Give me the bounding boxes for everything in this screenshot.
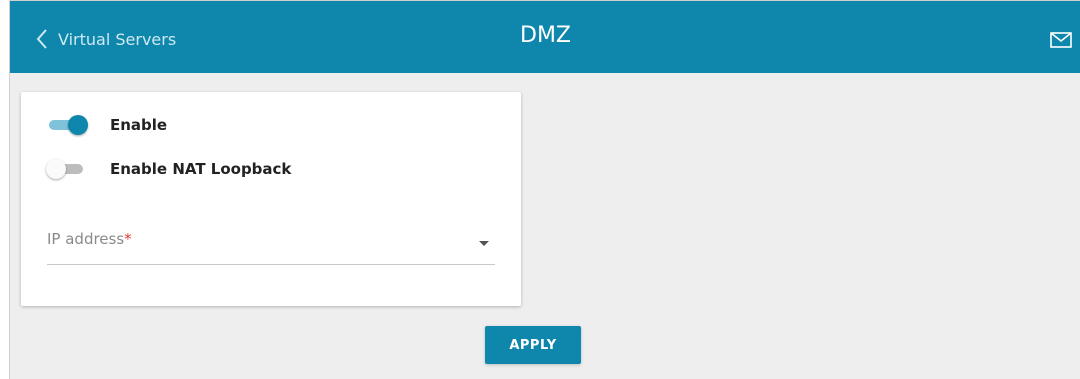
required-marker: * bbox=[124, 230, 132, 248]
enable-row: Enable bbox=[46, 113, 167, 137]
enable-label: Enable bbox=[110, 116, 168, 134]
page-title: DMZ bbox=[520, 23, 571, 48]
header-bar: Virtual Servers DMZ bbox=[10, 1, 1080, 73]
app-frame: Virtual Servers DMZ Enable Enable NAT Lo… bbox=[9, 0, 1080, 379]
ip-address-label: IP address bbox=[47, 230, 125, 248]
nat-loopback-row: Enable NAT Loopback bbox=[46, 157, 291, 181]
enable-toggle[interactable] bbox=[46, 113, 88, 137]
dropdown-arrow-icon bbox=[479, 241, 489, 246]
nat-loopback-label: Enable NAT Loopback bbox=[110, 160, 292, 178]
ip-address-select[interactable]: IP address* bbox=[47, 224, 495, 265]
dmz-settings-card: Enable Enable NAT Loopback IP address* bbox=[21, 92, 521, 306]
apply-button[interactable]: APPLY bbox=[485, 326, 581, 364]
nat-loopback-toggle[interactable] bbox=[46, 157, 88, 181]
toggle-knob bbox=[46, 159, 66, 179]
ip-address-placeholder: IP address* bbox=[47, 230, 132, 248]
mail-icon[interactable] bbox=[1050, 32, 1072, 48]
toggle-knob bbox=[68, 115, 88, 135]
